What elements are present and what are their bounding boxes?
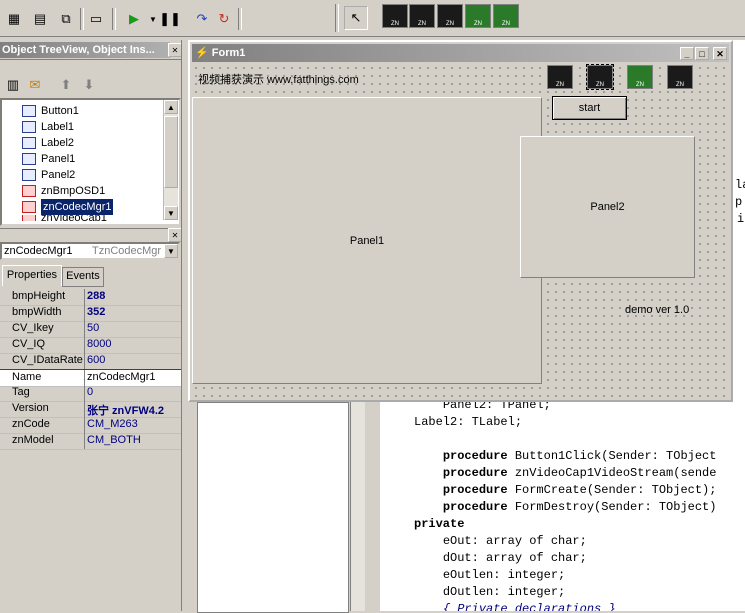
close-icon[interactable]: ✕ (168, 228, 182, 242)
form-designer-window: ⚡ Form1 _ □ ✕ 视频捕获演示 www.fatthings.com Z… (188, 40, 733, 402)
tree-item-label1[interactable]: Label1 (22, 119, 74, 135)
tree-item-zncodecmgr1[interactable]: znCodecMgr1 (22, 199, 114, 215)
property-row[interactable]: CV_IQ 8000 (0, 337, 181, 354)
code-comment: { Private declarations } (442, 602, 616, 611)
delphi-icon: ⚡ (195, 47, 209, 59)
component-icon (22, 201, 36, 213)
code-line: eOutlen: integer; (442, 568, 566, 582)
button-icon (22, 105, 36, 117)
code-line: dOut: array of char; (442, 551, 587, 565)
object-tree: Button1 Label1 Label2 Panel1 Panel2 znBm… (0, 98, 181, 226)
label1[interactable]: 视频捕获演示 www.fatthings.com (198, 71, 359, 87)
unit-icon[interactable]: ▤ (30, 9, 50, 29)
code-line: eOut: array of char; (442, 534, 587, 548)
code-line: procedure Button1Click(Sender: TObject (442, 449, 717, 463)
tree-scrollbar[interactable]: ▲ ▼ (163, 100, 178, 220)
code-line: dOutlen: integer; (442, 585, 566, 599)
code-line: private (414, 517, 465, 531)
tab-properties[interactable]: Properties (2, 265, 62, 286)
tree-item-znvideocap1[interactable]: znVideoCap1 (22, 215, 107, 221)
panel-grip (0, 228, 181, 235)
video-player-component-icon[interactable]: ZN (667, 65, 693, 89)
toolbar-separator (80, 8, 84, 30)
panel-icon (22, 153, 36, 165)
trace-into-icon[interactable]: ↷ (192, 9, 212, 29)
property-grid: bmpHeight 288 bmpWidth 352 CV_Ikey 50 CV_IQ… (0, 289, 181, 451)
main-toolbar: ▦ ▤ ⧉ ▭ ▶ ▼ ❚❚ ↷ ↻ ↖ ZN ZN ZN ZN ZN (0, 0, 745, 37)
codec-mgr-component-icon[interactable]: ZN (586, 64, 614, 90)
toolbar-separator (335, 4, 339, 32)
move-up-icon[interactable]: ⬆ (56, 75, 76, 95)
label-icon (22, 121, 36, 133)
code-explorer (197, 402, 349, 613)
tab-events[interactable]: Events (62, 267, 104, 287)
code-editor-right-edge: la p. i (733, 40, 745, 385)
form-title-bar[interactable]: ⚡ Form1 _ □ ✕ (192, 44, 729, 62)
pointer-icon[interactable]: ↖ (344, 6, 368, 30)
property-row[interactable]: znModel CM_BOTH (0, 433, 181, 450)
component-icon (22, 185, 36, 197)
property-row[interactable]: znCode CM_M263 (0, 417, 181, 434)
toggle-form-unit-icon[interactable]: ⧉ (56, 9, 76, 29)
code-editor[interactable]: Panel2: TPanel; Label2: TLabel; procedur… (380, 385, 745, 611)
form-title: Form1 (211, 47, 246, 59)
minimize-icon[interactable]: _ (680, 47, 694, 60)
property-row[interactable]: CV_IDataRate 600 (0, 353, 181, 370)
code-line: Label2: TLabel; (414, 415, 523, 429)
tree-item-znbmposd1[interactable]: znBmpOSD1 (22, 183, 105, 199)
component-icon (22, 215, 36, 221)
view-form-icon[interactable]: ▭ (86, 9, 106, 29)
video-cap-component-icon[interactable]: ZN (547, 65, 573, 89)
form-client-area[interactable]: 视频捕获演示 www.fatthings.com ZN ZN ZN ZN sta… (192, 64, 730, 400)
component-selector[interactable]: znCodecMgr1 TznCodecMgr ▼ (0, 242, 180, 260)
tree-item-label2[interactable]: Label2 (22, 135, 74, 151)
panel1[interactable]: Panel1 (192, 97, 542, 384)
scroll-down-icon[interactable]: ▼ (164, 206, 178, 220)
property-row[interactable]: Version 张宁 znVFW4.2 (0, 401, 181, 418)
codec-mgr-component-icon[interactable]: ZN (409, 4, 435, 28)
delete-icon[interactable]: ▥ (3, 75, 23, 95)
tree-item-button1[interactable]: Button1 (22, 103, 79, 119)
close-icon[interactable]: ✕ (168, 43, 182, 57)
treeview-panel-title: Object TreeView, Object Ins... (0, 42, 170, 58)
editor-gutter-area (187, 402, 380, 613)
explorer-scrollbar[interactable] (350, 402, 365, 611)
property-row[interactable]: bmpHeight 288 (0, 289, 181, 306)
tree-item-panel2[interactable]: Panel2 (22, 167, 75, 183)
property-row[interactable]: bmpWidth 352 (0, 305, 181, 322)
tree-item-panel1[interactable]: Panel1 (22, 151, 75, 167)
selected-component-name: znCodecMgr1 (4, 245, 73, 257)
toolbar-separator (238, 8, 242, 30)
bmp-osd-component-icon[interactable]: ZN (465, 4, 491, 28)
close-icon[interactable]: ✕ (713, 47, 727, 60)
code-line: procedure znVideoCap1VideoStream(sende (442, 466, 717, 480)
video-cap-component-icon[interactable]: ZN (382, 4, 408, 28)
video-player-component-icon[interactable]: ZN (437, 4, 463, 28)
property-row[interactable]: CV_Ikey 50 (0, 321, 181, 338)
new-item-icon[interactable]: ✉ (25, 75, 45, 95)
inspector-empty-area (0, 451, 181, 611)
image-component-icon[interactable]: ZN (493, 4, 519, 28)
code-line: procedure FormDestroy(Sender: TObject) (442, 500, 717, 514)
chevron-down-icon[interactable]: ▼ (164, 244, 178, 258)
step-over-icon[interactable]: ↻ (214, 9, 234, 29)
scroll-up-icon[interactable]: ▲ (164, 100, 178, 114)
toolbar-separator (112, 8, 116, 30)
panel-icon (22, 169, 36, 181)
panel-grip (0, 59, 181, 66)
new-form-icon[interactable]: ▦ (4, 9, 24, 29)
code-line: procedure FormCreate(Sender: TObject); (442, 483, 717, 497)
run-icon[interactable]: ▶ (124, 9, 144, 29)
selected-component-type: TznCodecMgr (92, 245, 162, 257)
start-button[interactable]: start (552, 96, 627, 120)
label-icon (22, 137, 36, 149)
label2[interactable]: demo ver 1.0 (625, 304, 689, 316)
property-row[interactable]: Tag 0 (0, 385, 181, 402)
bmp-osd-component-icon[interactable]: ZN (627, 65, 653, 89)
scroll-thumb[interactable] (164, 116, 178, 188)
maximize-icon[interactable]: □ (695, 47, 709, 60)
pause-icon[interactable]: ❚❚ (159, 9, 181, 29)
move-down-icon[interactable]: ⬇ (79, 75, 99, 95)
panel2[interactable]: Panel2 (520, 136, 695, 278)
